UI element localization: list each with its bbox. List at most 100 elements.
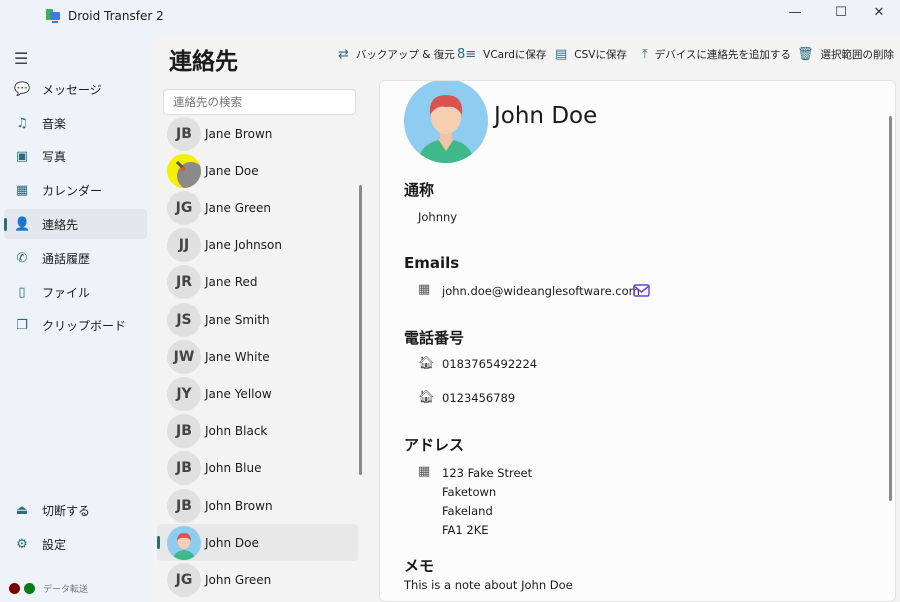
close-button[interactable]: ✕ xyxy=(864,5,894,21)
phones-heading: 電話番号 xyxy=(404,329,465,347)
toolbar-button-label: VCardに保存 xyxy=(483,49,547,61)
home-icon: 🏠︎ xyxy=(418,356,435,371)
contact-list-item[interactable]: JB John Black xyxy=(157,413,358,450)
toolbar-button-label: バックアップ & 復元 xyxy=(355,49,455,61)
contact-avatar: JS xyxy=(167,302,201,337)
contact-list-item[interactable]: JG Jane Green xyxy=(157,189,358,226)
message-icon: 💬 xyxy=(14,81,31,97)
sidebar-item-contact[interactable]: 👤 連絡先 xyxy=(4,209,147,239)
nickname-heading: 通称 xyxy=(404,181,435,199)
sidebar-item-phone[interactable]: ✆ 通話履歴 xyxy=(4,243,147,273)
contact-name: Jane Doe xyxy=(205,163,259,178)
eject-icon: ⏏ xyxy=(15,502,29,518)
contact-name: John Brown xyxy=(205,498,273,513)
page-title: 連絡先 xyxy=(169,49,238,75)
memo-value: This is a note about John Doe xyxy=(404,578,573,592)
csv-button[interactable]: ▤ CSVに保存 xyxy=(555,47,627,62)
toolbar-button-label: デバイスに連絡先を追加する xyxy=(654,49,791,61)
contact-avatar: JB xyxy=(167,414,201,449)
vcard-button[interactable]: 8≡ VCardに保存 xyxy=(457,47,546,62)
phone-value[interactable]: 0183765492224 xyxy=(442,357,537,371)
contact-avatar: JB xyxy=(167,488,201,523)
file-icon: ▯ xyxy=(18,284,26,300)
send-email-icon[interactable] xyxy=(633,284,650,297)
contact-list-item[interactable]: JJ Jane Johnson xyxy=(157,227,358,264)
sidebar-item-label: カレンダー xyxy=(42,183,103,198)
sidebar-item-calendar[interactable]: ▦ カレンダー xyxy=(4,175,147,205)
status-dot-green xyxy=(24,583,35,594)
clipboard-icon: ❐ xyxy=(16,317,28,333)
contact-list-item[interactable]: JR Jane Red xyxy=(157,264,358,301)
contact-name: John Doe xyxy=(205,535,259,550)
sidebar: ☰ 💬 メッセージ ♫ 音楽 ▣ 写真 ▦ カレンダー 👤 連絡先 ✆ 通話履歴 ▯ ファイル ❐ クリップボ… xyxy=(0,35,153,602)
gear-icon: ⚙ xyxy=(16,536,28,552)
upload-button[interactable]: ⤒ デバイスに連絡先を追加する xyxy=(642,47,791,62)
contact-avatar xyxy=(167,525,201,560)
main-content: 連絡先 ⇄ バックアップ & 復元 8≡ VCardに保存 ▤ CSVに保存 ⤒ デバイスに連… xyxy=(153,35,900,602)
contact-list-item[interactable]: JG John Green xyxy=(157,561,358,598)
toolbar-button-label: CSVに保存 xyxy=(574,49,627,61)
backup-restore-icon: ⇄ xyxy=(338,47,349,62)
sidebar-item-file[interactable]: ▯ ファイル xyxy=(4,277,147,307)
contact-list-item[interactable]: JB John Blue xyxy=(157,450,358,487)
sidebar-item-photo[interactable]: ▣ 写真 xyxy=(4,141,147,171)
address-line: Faketown xyxy=(442,485,497,499)
sidebar-item-message[interactable]: 💬 メッセージ xyxy=(4,74,147,104)
sidebar-item-label: クリップボード xyxy=(42,318,127,333)
phone-value[interactable]: 0123456789 xyxy=(442,391,515,405)
contact-list: JB Jane Brown Jane Doe JG Jane Green JJ Jane J… xyxy=(157,115,362,602)
address-line: FA1 2KE xyxy=(442,523,489,537)
contact-avatar: JB xyxy=(167,116,201,151)
detail-scrollbar[interactable] xyxy=(889,116,892,501)
csv-icon: ▤ xyxy=(555,47,568,62)
contact-name: Jane Yellow xyxy=(205,386,272,401)
sidebar-item-label: 切断する xyxy=(42,503,91,518)
sidebar-item-label: 連絡先 xyxy=(42,217,79,232)
app-title: Droid Transfer 2 xyxy=(68,9,164,23)
backup-restore-button[interactable]: ⇄ バックアップ & 復元 xyxy=(338,47,455,62)
app-logo-icon xyxy=(46,9,60,23)
status-dot-red xyxy=(9,583,20,594)
maximize-button[interactable]: ☐ xyxy=(826,5,856,21)
sidebar-item-gear[interactable]: ⚙ 設定 xyxy=(4,529,147,559)
sidebar-item-music[interactable]: ♫ 音楽 xyxy=(4,108,147,138)
nickname-value: Johnny xyxy=(418,210,458,224)
home-icon: 🏠︎ xyxy=(418,390,435,405)
work-icon: ▦ xyxy=(418,464,431,479)
sidebar-item-label: 音楽 xyxy=(42,116,67,131)
contact-avatar: JR xyxy=(167,265,201,300)
sidebar-item-label: 通話履歴 xyxy=(42,251,91,266)
contact-list-item[interactable]: JB Jane Brown xyxy=(157,115,358,152)
email-value[interactable]: john.doe@wideanglesoftware.com xyxy=(442,284,640,298)
contact-list-item[interactable]: Jane Doe xyxy=(157,152,358,189)
contact-list-item[interactable]: JB John Brown xyxy=(157,487,358,524)
memo-heading: メモ xyxy=(404,557,435,575)
upload-icon: ⤒ xyxy=(642,47,648,62)
sidebar-item-label: 写真 xyxy=(42,149,67,164)
contact-avatar xyxy=(404,81,488,163)
trash-button[interactable]: 🗑 選択範囲の削除 xyxy=(797,47,894,62)
contact-detail-panel: John Doe 通称 Johnny Emails ▦ john.doe@wid… xyxy=(379,80,896,602)
calendar-icon: ▦ xyxy=(15,182,29,198)
vcard-icon: 8≡ xyxy=(457,47,477,62)
contact-list-item[interactable]: JY Jane Yellow xyxy=(157,375,358,412)
contact-name: John Green xyxy=(205,572,272,587)
minimize-button[interactable]: — xyxy=(780,5,810,21)
contact-icon: 👤 xyxy=(14,216,31,232)
contact-list-scrollbar[interactable] xyxy=(359,185,362,475)
sidebar-item-eject[interactable]: ⏏ 切断する xyxy=(4,495,147,525)
contact-name: Jane Smith xyxy=(205,312,270,327)
sidebar-item-clipboard[interactable]: ❐ クリップボード xyxy=(4,310,147,340)
contact-avatar: JG xyxy=(167,190,201,225)
hamburger-menu-icon[interactable]: ☰ xyxy=(14,49,28,68)
contact-avatar: JG xyxy=(167,562,201,597)
contact-avatar: JY xyxy=(167,376,201,411)
status-indicator: データ転送 xyxy=(9,582,88,595)
status-label: データ転送 xyxy=(43,585,89,595)
contact-name: Jane Johnson xyxy=(205,238,282,253)
contact-list-item[interactable]: JW Jane White xyxy=(157,338,358,375)
contact-search-input[interactable] xyxy=(163,89,356,115)
contact-list-item[interactable]: JS Jane Smith xyxy=(157,301,358,338)
contact-name: Jane Green xyxy=(205,200,272,215)
contact-list-item[interactable]: John Doe xyxy=(157,524,358,562)
